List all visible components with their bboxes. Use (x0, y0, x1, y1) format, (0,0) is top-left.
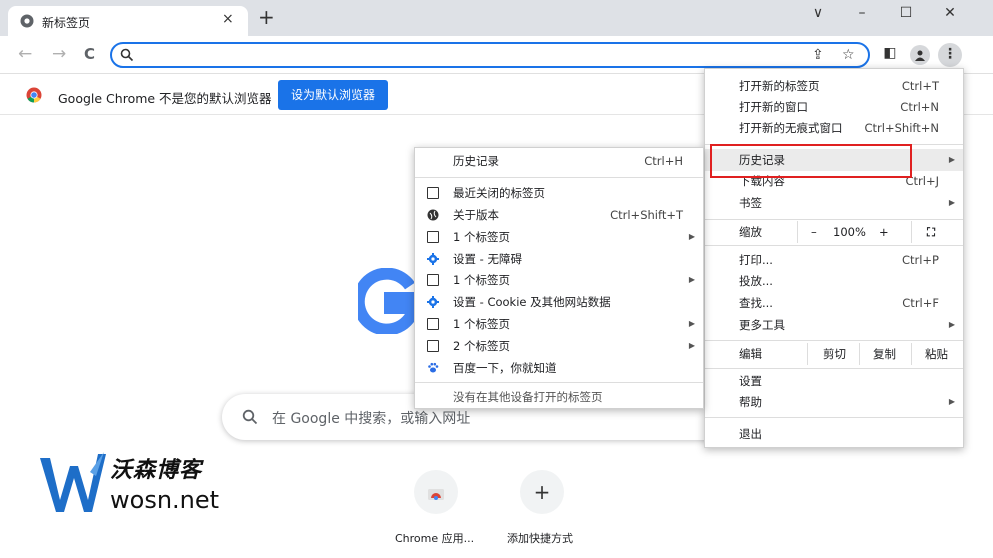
history-submenu: 历史记录 Ctrl+H 最近关闭的标签页 关于版本 Ctrl+Shift+T 1 个标… (414, 147, 704, 409)
chrome-main-menu: 打开新的标签页 Ctrl+T 打开新的窗口 Ctrl+N 打开新的无痕式窗口 Ctrl… (704, 68, 964, 448)
close-window-button[interactable]: ✕ (930, 2, 970, 28)
gear-icon (427, 252, 439, 265)
fullscreen-icon[interactable]: ⛶ (927, 221, 935, 243)
side-panel-icon[interactable]: ◧ (880, 45, 900, 65)
menu-item-more-tools[interactable]: 更多工具 ▶ (705, 314, 963, 336)
minimize-button[interactable]: – (842, 2, 882, 28)
history-item-shortcut: Ctrl+Shift+T (610, 208, 683, 222)
google-logo (358, 268, 418, 334)
back-button[interactable]: ← (18, 45, 32, 63)
paste-button[interactable]: 粘贴 (925, 343, 948, 365)
tab-icon (427, 318, 439, 330)
share-icon[interactable]: ⇪ (812, 47, 824, 63)
menu-item-find[interactable]: 查找... Ctrl+F (705, 292, 963, 314)
watermark-logo (40, 452, 106, 512)
tab-strip: 新标签页 × + ∨ – ☐ ✕ (0, 0, 993, 36)
search-placeholder: 在 Google 中搜索，或输入网址 (272, 411, 471, 427)
menu-item-zoom: 缩放 – 100% + ⛶ (705, 221, 963, 243)
menu-item-bookmarks[interactable]: 书签 ▶ (705, 192, 963, 214)
recently-closed-heading[interactable]: 最近关闭的标签页 (415, 182, 703, 204)
tab-icon (427, 230, 439, 243)
menu-item-edit: 编辑 剪切 复制 粘贴 (705, 343, 963, 365)
chevron-right-icon: ▶ (688, 275, 695, 285)
tab-search-button[interactable]: ∨ (798, 2, 838, 28)
zoom-in-button[interactable]: + (879, 221, 889, 243)
highlight-box (710, 144, 912, 178)
menu-item-cast[interactable]: 投放... (705, 270, 963, 292)
search-icon (242, 409, 258, 425)
shortcut-label: Chrome 应用... (395, 532, 475, 545)
watermark-text: 沃森博客 (110, 458, 203, 483)
chevron-right-icon: ▶ (688, 319, 695, 328)
chrome-favicon-icon (20, 14, 34, 28)
history-item[interactable]: 2 个标签页 ▶ (415, 335, 703, 357)
tab-new-tab[interactable]: 新标签页 × (8, 6, 248, 36)
bookmark-star-icon[interactable]: ☆ (842, 47, 855, 63)
shortcut-chrome-apps[interactable] (414, 470, 458, 514)
tab-icon (427, 274, 439, 287)
menu-item-print[interactable]: 打印... Ctrl+P (705, 249, 963, 271)
tab-icon (427, 187, 439, 199)
history-item-label: 百度一下，你就知道 (453, 360, 557, 375)
menu-item-help[interactable]: 帮助 ▶ (705, 391, 963, 413)
chevron-right-icon: ▶ (688, 340, 695, 350)
menu-item-new-tab[interactable]: 打开新的标签页 Ctrl+T (705, 75, 963, 97)
history-item[interactable]: 设置 - Cookie 及其他网站数据 (415, 291, 703, 313)
other-devices-note: 没有在其他设备打开的标签页 (453, 390, 603, 404)
zoom-out-button[interactable]: – (811, 221, 817, 243)
chrome-logo-icon (26, 87, 42, 103)
history-item-label: 设置 - 无障碍 (453, 251, 522, 266)
tab-title: 新标签页 (42, 16, 91, 30)
chevron-right-icon: ▶ (948, 320, 955, 329)
cut-button[interactable]: 剪切 (823, 343, 846, 365)
menu-item-incognito[interactable]: 打开新的无痕式窗口 Ctrl+Shift+N (705, 117, 963, 139)
history-item[interactable]: 1 个标签页 ▶ (415, 226, 703, 248)
chrome-web-store-icon (428, 489, 444, 500)
chevron-right-icon: ▶ (948, 198, 955, 207)
history-item-label: 1 个标签页 (453, 273, 510, 288)
person-icon (915, 50, 925, 61)
menu-item-settings[interactable]: 设置 (705, 370, 963, 392)
profile-avatar[interactable] (910, 45, 930, 65)
add-shortcut-button[interactable]: + (520, 470, 564, 514)
shortcut-label: 添加快捷方式 (507, 532, 573, 545)
set-default-browser-button[interactable]: 设为默认浏览器 (278, 80, 388, 110)
watermark-url: wosn.net (110, 486, 220, 514)
omnibox-input[interactable] (142, 46, 782, 64)
history-item[interactable]: 1 个标签页 ▶ (415, 313, 703, 335)
chevron-right-icon: ▶ (948, 397, 955, 406)
history-item-label: 1 个标签页 (453, 229, 510, 244)
chevron-right-icon: ▶ (688, 231, 695, 241)
new-tab-button[interactable]: + (258, 7, 275, 27)
tab-icon (427, 339, 439, 352)
forward-button[interactable]: → (52, 45, 66, 63)
maximize-button[interactable]: ☐ (886, 2, 926, 28)
baidu-paw-icon (427, 362, 439, 374)
menu-item-new-window[interactable]: 打开新的窗口 Ctrl+N (705, 96, 963, 118)
history-item[interactable]: 1 个标签页 ▶ (415, 269, 703, 291)
copy-button[interactable]: 复制 (873, 343, 896, 365)
reload-button[interactable]: C (84, 45, 95, 63)
chrome-menu-button[interactable]: ⋮ (938, 43, 962, 67)
history-item-label: 2 个标签页 (453, 338, 510, 353)
omnibox[interactable]: ⇪ ☆ (110, 42, 870, 68)
history-header-item[interactable]: 历史记录 Ctrl+H (415, 150, 703, 172)
history-item-label: 1 个标签页 (453, 317, 510, 331)
menu-item-exit[interactable]: 退出 (705, 423, 963, 445)
tab-close-icon[interactable]: × (222, 11, 234, 27)
zoom-level: 100% (833, 225, 866, 239)
gear-icon (427, 296, 439, 309)
infobar-message: Google Chrome 不是您的默认浏览器 (58, 91, 272, 106)
history-item-label: 设置 - Cookie 及其他网站数据 (453, 295, 611, 310)
globe-icon (427, 209, 439, 221)
chevron-right-icon: ▶ (948, 155, 955, 164)
history-item[interactable]: 关于版本 Ctrl+Shift+T (415, 204, 703, 226)
history-item[interactable]: 设置 - 无障碍 (415, 248, 703, 270)
history-item[interactable]: 百度一下，你就知道 (415, 357, 703, 379)
history-item-label: 关于版本 (453, 208, 499, 222)
search-icon (120, 48, 134, 62)
